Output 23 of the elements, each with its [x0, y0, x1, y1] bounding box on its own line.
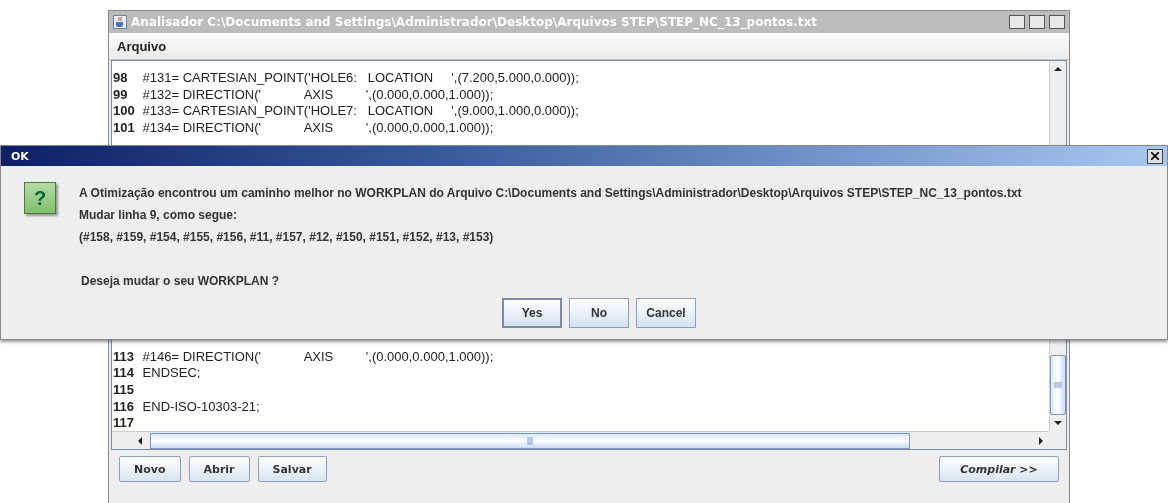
line-number: 114 [113, 365, 135, 381]
line-number: 101 [113, 119, 136, 135]
dialog-question: Deseja mudar o seu WORKPLAN ? [81, 274, 281, 288]
line-number: 116 [113, 398, 135, 414]
code-line: #146= DIRECTION(' AXIS ',(0.000,0.000,1.000)); [141, 348, 494, 364]
dialog-message: Mudar linha 9, como segue: [79, 208, 239, 224]
code-line: ENDSEC; [141, 365, 201, 381]
question-icon: ? [24, 182, 56, 214]
window-title: Analisador C:\Documents and Settings\Administrador\Desktop\Arquivos STEP\STEP_NC_13_pontos.txt [131, 15, 818, 29]
line-number: 100 [113, 103, 136, 119]
code-line: #133= CARTESIAN_POINT('HOLE7: LOCATION ',(9.000,1.000,0.000)); [141, 103, 579, 119]
code-line: #131= CARTESIAN_POINT('HOLE6: LOCATION ',(7.200,5.000,0.000)); [141, 69, 579, 85]
dialog-message: A Otimização encontrou um caminho melhor no WORKPLAN do Arquivo C:\Documents and Settings\Administrador\Desktop\Arquivos STEP\STEP_NC_13_pontos.txt [79, 186, 1022, 202]
dialog-message: (#158, #159, #154, #155, #156, #11, #157, #12, #150, #151, #152, #13, #153) [79, 230, 495, 246]
line-number: 117 [113, 415, 135, 431]
dialog-title: OK [11, 149, 30, 163]
line-number: 115 [113, 381, 135, 397]
code-line: END-ISO-10303-21; [141, 398, 260, 414]
line-number: 99 [113, 86, 129, 102]
line-number: 113 [113, 348, 135, 364]
code-line: #132= DIRECTION(' AXIS ',(0.000,0.000,1.000)); [141, 86, 494, 102]
line-number: 98 [113, 69, 129, 85]
code-line: #134= DIRECTION(' AXIS ',(0.000,0.000,1.000)); [141, 119, 494, 135]
